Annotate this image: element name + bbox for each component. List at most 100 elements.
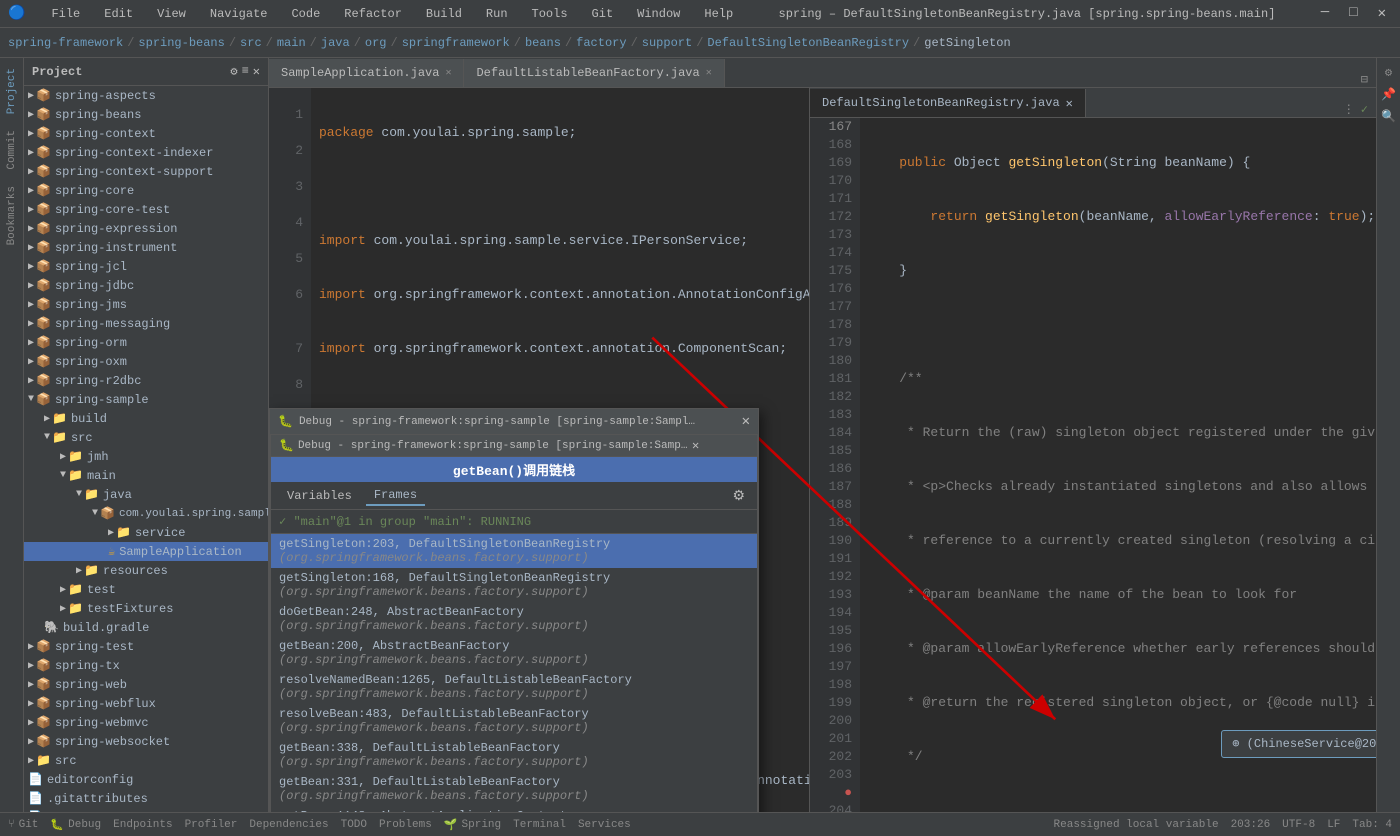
- sidebar-item-spring-webflux[interactable]: ▶📦spring-webflux: [24, 694, 268, 713]
- menu-code[interactable]: Code: [285, 5, 326, 23]
- debug-frame-0[interactable]: getSingleton:203, DefaultSingletonBeanRe…: [271, 534, 757, 568]
- menu-build[interactable]: Build: [420, 5, 468, 23]
- debug-frame-5[interactable]: resolveBean:483, DefaultListableBeanFact…: [271, 704, 757, 738]
- debug-frame-8[interactable]: getBean:1148, AbstractApplicationContext…: [271, 806, 757, 812]
- menu-run[interactable]: Run: [480, 5, 514, 23]
- debug-frame-3[interactable]: getBean:200, AbstractBeanFactory (org.sp…: [271, 636, 757, 670]
- sidebar-item-spring-web[interactable]: ▶📦spring-web: [24, 675, 268, 694]
- breadcrumb-main[interactable]: main: [277, 36, 306, 50]
- status-dependencies[interactable]: Dependencies: [249, 819, 328, 831]
- debug-frame-6[interactable]: getBean:338, DefaultListableBeanFactory …: [271, 738, 757, 772]
- sidebar-item-buildgradle[interactable]: 🐘build.gradle: [24, 618, 268, 637]
- minimize-button[interactable]: ─: [1315, 3, 1335, 24]
- breadcrumb-springframework[interactable]: springframework: [402, 36, 510, 50]
- tab-sampleapplication[interactable]: SampleApplication.java ✕: [269, 59, 464, 87]
- sidebar-item-spring-context[interactable]: ▶📦spring-context: [24, 124, 268, 143]
- status-spring[interactable]: 🌱 Spring: [444, 818, 501, 832]
- tab-defaultsingletonbeanregistry[interactable]: DefaultSingletonBeanRegistry.java ✕: [810, 89, 1086, 117]
- debug-frame-4[interactable]: resolveNamedBean:1265, DefaultListableBe…: [271, 670, 757, 704]
- breadcrumb-beans[interactable]: beans: [525, 36, 561, 50]
- debug-frame-2[interactable]: doGetBean:248, AbstractBeanFactory (org.…: [271, 602, 757, 636]
- status-problems[interactable]: Problems: [379, 819, 432, 831]
- status-line-ending[interactable]: LF: [1327, 819, 1340, 831]
- sidebar-item-gitattributes[interactable]: 📄.gitattributes: [24, 789, 268, 808]
- debug-dialog-close1[interactable]: ✕: [742, 413, 750, 430]
- status-git[interactable]: ⑂ Git: [8, 819, 38, 831]
- status-debug[interactable]: 🐛 Debug: [50, 818, 101, 832]
- sidebar-close-icon[interactable]: ✕: [253, 64, 260, 79]
- sidebar-item-build[interactable]: ▶📁build: [24, 409, 268, 428]
- debug-frame-1[interactable]: getSingleton:168, DefaultSingletonBeanRe…: [271, 568, 757, 602]
- breadcrumb-class[interactable]: DefaultSingletonBeanRegistry: [707, 36, 909, 50]
- debug-dialog-close2[interactable]: ✕: [692, 438, 699, 453]
- status-services[interactable]: Services: [578, 819, 631, 831]
- sidebar-item-main[interactable]: ▼📁main: [24, 466, 268, 485]
- sidebar-item-test[interactable]: ▶📁test: [24, 580, 268, 599]
- sidebar-item-java[interactable]: ▼📁java: [24, 485, 268, 504]
- sidebar-item-spring-jms[interactable]: ▶📦spring-jms: [24, 295, 268, 314]
- close-button[interactable]: ✕: [1372, 3, 1392, 24]
- sidebar-item-spring-jcl[interactable]: ▶📦spring-jcl: [24, 257, 268, 276]
- sidebar-item-spring-test[interactable]: ▶📦spring-test: [24, 637, 268, 656]
- breadcrumb-factory[interactable]: factory: [576, 36, 626, 50]
- sidebar-item-spring-tx[interactable]: ▶📦spring-tx: [24, 656, 268, 675]
- right-panel-menu-icon[interactable]: ⋮: [1343, 102, 1355, 117]
- debug-dialog-title2[interactable]: 🐛 Debug - spring-framework:spring-sample…: [271, 435, 757, 457]
- project-icon[interactable]: Project: [6, 62, 18, 120]
- sidebar-item-spring-aspects[interactable]: ▶📦spring-aspects: [24, 86, 268, 105]
- debug-tab-frames[interactable]: Frames: [366, 486, 425, 506]
- tab-defaultsingletonbeanregistry-close[interactable]: ✕: [1066, 96, 1073, 111]
- debug-tab-variables[interactable]: Variables: [279, 487, 360, 505]
- tab-sampleapplication-close[interactable]: ✕: [445, 67, 451, 79]
- sidebar-item-spring-messaging[interactable]: ▶📦spring-messaging: [24, 314, 268, 333]
- menu-tools[interactable]: Tools: [526, 5, 574, 23]
- sidebar-item-package[interactable]: ▼📦com.youlai.spring.sample: [24, 504, 268, 523]
- sidebar-item-spring-expression[interactable]: ▶📦spring-expression: [24, 219, 268, 238]
- sidebar-item-spring-orm[interactable]: ▶📦spring-orm: [24, 333, 268, 352]
- sidebar-item-src[interactable]: ▼📁src: [24, 428, 268, 447]
- menu-file[interactable]: File: [45, 5, 86, 23]
- right-sidebar-btn3[interactable]: 🔍: [1379, 106, 1399, 126]
- breadcrumb-spring-beans[interactable]: spring-beans: [138, 36, 224, 50]
- breadcrumb-method[interactable]: getSingleton: [924, 36, 1010, 50]
- sidebar-collapse-icon[interactable]: ≡: [242, 64, 249, 79]
- status-indent[interactable]: Tab: 4: [1352, 819, 1392, 831]
- menu-view[interactable]: View: [151, 5, 192, 23]
- tab-defaultlistablebeanfactory-close[interactable]: ✕: [706, 67, 712, 79]
- maximize-button[interactable]: □: [1343, 3, 1363, 24]
- sidebar-item-spring-instrument[interactable]: ▶📦spring-instrument: [24, 238, 268, 257]
- status-terminal[interactable]: Terminal: [513, 819, 566, 831]
- editor-split-icon[interactable]: ⊟: [1361, 72, 1368, 87]
- sidebar-item-spring-jdbc[interactable]: ▶📦spring-jdbc: [24, 276, 268, 295]
- breadcrumb-org[interactable]: org: [365, 36, 387, 50]
- sidebar-item-spring-context-indexer[interactable]: ▶📦spring-context-indexer: [24, 143, 268, 162]
- bookmarks-icon[interactable]: Bookmarks: [6, 180, 18, 251]
- sidebar-item-sampleapplication[interactable]: ☕SampleApplication: [24, 542, 268, 561]
- right-sidebar-btn1[interactable]: ⚙: [1379, 62, 1399, 82]
- sidebar-item-src-root[interactable]: ▶📁src: [24, 751, 268, 770]
- menu-navigate[interactable]: Navigate: [204, 5, 274, 23]
- status-encoding[interactable]: UTF-8: [1282, 819, 1315, 831]
- menu-window[interactable]: Window: [631, 5, 686, 23]
- sidebar-settings-icon[interactable]: ⚙: [230, 64, 237, 79]
- sidebar-item-spring-websocket[interactable]: ▶📦spring-websocket: [24, 732, 268, 751]
- right-sidebar-btn2[interactable]: 📌: [1379, 84, 1399, 104]
- status-profiler[interactable]: Profiler: [185, 819, 238, 831]
- status-todo[interactable]: TODO: [341, 819, 367, 831]
- sidebar-item-spring-beans[interactable]: ▶📦spring-beans: [24, 105, 268, 124]
- sidebar-item-spring-webmvc[interactable]: ▶📦spring-webmvc: [24, 713, 268, 732]
- breadcrumb-spring-framework[interactable]: spring-framework: [8, 36, 123, 50]
- window-controls[interactable]: ─ □ ✕: [1315, 3, 1392, 24]
- sidebar-item-service[interactable]: ▶📁service: [24, 523, 268, 542]
- debug-frame-7[interactable]: getBean:331, DefaultListableBeanFactory …: [271, 772, 757, 806]
- menu-edit[interactable]: Edit: [98, 5, 139, 23]
- menu-git[interactable]: Git: [586, 5, 620, 23]
- menu-refactor[interactable]: Refactor: [338, 5, 408, 23]
- sidebar-item-editorconfig[interactable]: 📄editorconfig: [24, 770, 268, 789]
- commit-icon[interactable]: Commit: [6, 124, 18, 176]
- debug-dialog-title1[interactable]: 🐛 Debug - spring-framework:spring-sample…: [270, 409, 758, 434]
- breadcrumb-support[interactable]: support: [642, 36, 692, 50]
- right-code-editor[interactable]: 167 168 169 170 171 172 173 174 175 176 …: [810, 118, 1376, 812]
- menu-help[interactable]: Help: [698, 5, 739, 23]
- breadcrumb-src[interactable]: src: [240, 36, 262, 50]
